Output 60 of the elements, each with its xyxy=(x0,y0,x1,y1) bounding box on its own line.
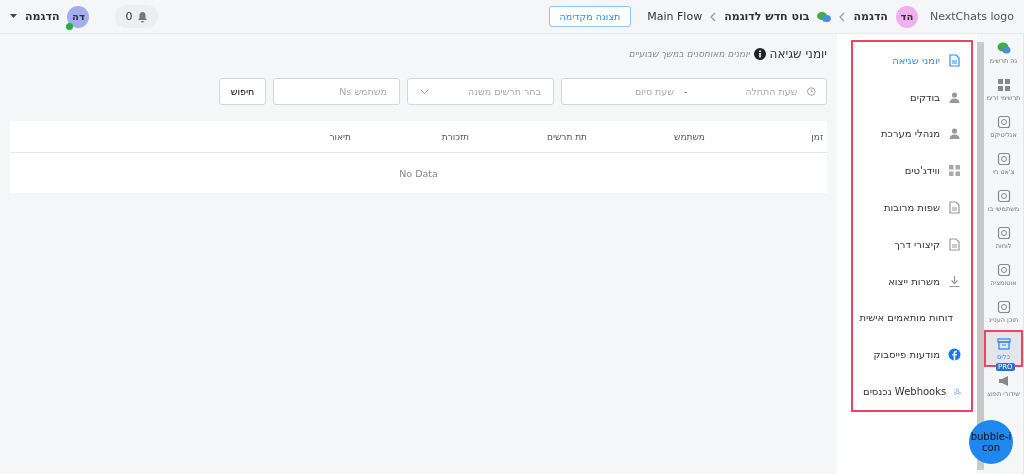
tools-menu-item[interactable]: ווידג'טים xyxy=(863,152,961,190)
user-input-field[interactable]: משתמש Ns xyxy=(273,78,400,105)
breadcrumb-link[interactable]: בוט חדש לדוגמה xyxy=(724,10,810,23)
end-time-input[interactable]: שעת סיום xyxy=(572,85,676,98)
chat-bubbles-icon xyxy=(996,40,1011,55)
column-header: תת תרשים xyxy=(545,131,587,142)
column-header: משתמש xyxy=(673,131,705,142)
menu-label: קיצורי דרך xyxy=(894,238,940,250)
menu-label: ווידג'טים xyxy=(904,165,940,177)
menu-label: מודעות פייסבוק xyxy=(873,349,940,361)
menu-label: משרות ייצוא xyxy=(888,275,940,287)
archive-box-icon xyxy=(996,336,1011,351)
column-header: זמן xyxy=(810,131,823,142)
tools-menu-item[interactable]: משרות ייצוא xyxy=(863,262,961,300)
document-icon xyxy=(948,53,961,67)
empty-message: No Data xyxy=(399,167,438,179)
search-button[interactable]: חיפוש xyxy=(219,78,266,105)
tools-menu-item[interactable]: קיצורי דרך xyxy=(863,226,961,263)
clock-icon xyxy=(807,86,816,97)
chevron-down-icon xyxy=(420,88,429,95)
range-separator: - xyxy=(684,86,688,97)
tools-menu-item[interactable]: שפות מרובות xyxy=(863,189,961,226)
tools-menu-item[interactable]: מנהלי מערכת xyxy=(863,115,961,153)
column-header: תזכורת xyxy=(440,131,469,142)
menu-label: Webhooks נכנסים xyxy=(863,386,947,398)
notification-count: 0 xyxy=(125,10,133,23)
account-avatar[interactable]: הד xyxy=(895,5,918,28)
tools-menu-item[interactable]: בודקים xyxy=(863,78,961,116)
logo-alt-text[interactable]: NextChats logo xyxy=(929,10,1014,23)
chevron-icon xyxy=(710,11,717,22)
download-icon xyxy=(948,274,961,288)
caret-icon[interactable] xyxy=(10,14,17,19)
tools-menu-item[interactable]: יומני שגיאה xyxy=(863,42,961,79)
user-avatar[interactable]: דה xyxy=(67,5,90,28)
tools-menu-item[interactable]: Webhooks נכנסים xyxy=(863,373,961,410)
chevron-icon xyxy=(839,11,846,22)
menu-label: דוחות מותאמים אישית xyxy=(859,312,953,324)
account-name[interactable]: הדגמה xyxy=(853,10,888,23)
document-icon xyxy=(948,237,961,251)
notifications-pill[interactable]: 0 xyxy=(115,5,159,28)
chat-bubbles-icon xyxy=(817,10,832,23)
menu-label: מנהלי מערכת xyxy=(881,128,940,140)
menu-label: שפות מרובות xyxy=(883,202,940,214)
info-icon xyxy=(753,48,766,60)
column-header: תיאור xyxy=(328,131,351,142)
menu-label: בודקים xyxy=(910,91,940,103)
tools-menu-item[interactable]: מודעות פייסבוק xyxy=(863,336,961,374)
grid-icon xyxy=(948,164,961,178)
megaphone-icon xyxy=(996,373,1011,388)
page-title: יומני שגיאה xyxy=(769,47,827,61)
page-subtitle: יומנים מאוחסנים במשך שבועיים xyxy=(628,49,750,59)
bell-icon xyxy=(137,10,149,23)
user-name[interactable]: הדגמה xyxy=(25,10,60,23)
start-time-input[interactable]: שעת התחלה xyxy=(695,85,800,98)
select-placeholder: בחר תרשים משנה xyxy=(467,86,541,97)
preview-button[interactable]: תצוגה מקדימה xyxy=(548,6,632,27)
facebook-icon xyxy=(948,348,961,362)
menu-label: יומני שגיאה xyxy=(892,54,940,66)
breadcrumb-link[interactable]: Main Flow xyxy=(647,10,703,23)
grid-icon xyxy=(996,77,1011,92)
